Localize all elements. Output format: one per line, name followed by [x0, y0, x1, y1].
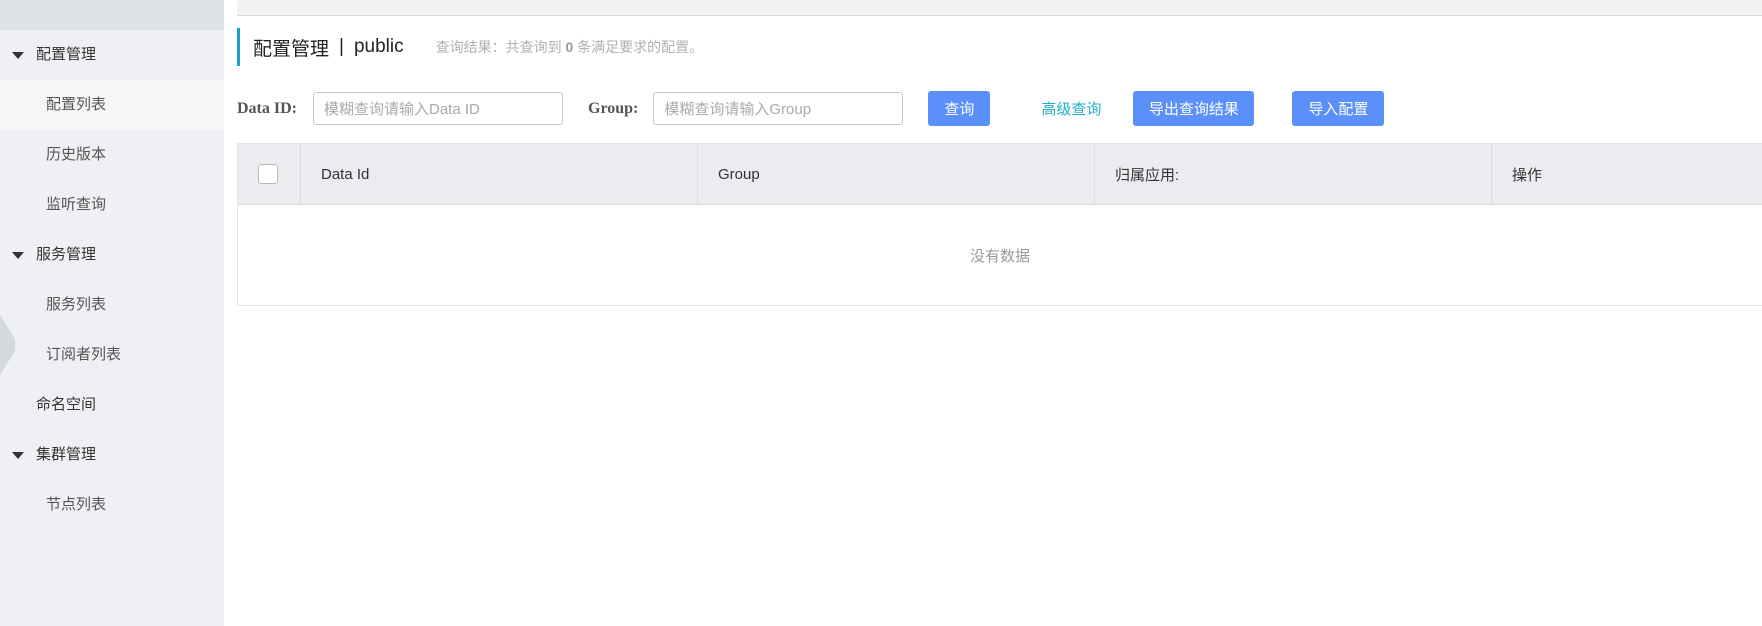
- page-header: 配置管理 | public 查询结果：共查询到 0 条满足要求的配置。: [237, 28, 703, 66]
- import-config-button[interactable]: 导入配置: [1292, 91, 1385, 126]
- column-data-id: Data Id: [301, 144, 698, 204]
- namespace-name: public: [353, 36, 404, 57]
- caret-down-icon: [12, 52, 24, 59]
- result-prefix: 查询结果：共查询到: [435, 39, 562, 55]
- advanced-query-link[interactable]: 高级查询: [1041, 98, 1101, 119]
- caret-down-icon: [12, 252, 24, 259]
- search-button[interactable]: 查询: [928, 91, 991, 126]
- caret-down-icon: [12, 452, 24, 459]
- nav-item-config-list[interactable]: 配置列表: [0, 80, 224, 130]
- sidebar: 配置管理 配置列表 历史版本 监听查询 服务管理 服务列表 订阅者列表 命名空间…: [0, 0, 224, 626]
- top-strip: [237, 0, 1762, 16]
- result-suffix: 条满足要求的配置。: [577, 39, 704, 55]
- table-header: Data Id Group 归属应用: 操作: [238, 144, 1762, 205]
- nav-item-subscriber-list[interactable]: 订阅者列表: [0, 330, 224, 380]
- select-all-checkbox[interactable]: [258, 164, 278, 184]
- title-separator: |: [339, 36, 344, 57]
- nav-item-namespace[interactable]: 命名空间: [0, 380, 224, 430]
- page-title: 配置管理: [253, 38, 330, 60]
- nav-group-label: 服务管理: [36, 246, 97, 263]
- nav-item-service-list[interactable]: 服务列表: [0, 280, 224, 330]
- config-table: Data Id Group 归属应用: 操作 没有数据: [237, 143, 1762, 306]
- nav-group-service-management[interactable]: 服务管理: [0, 230, 224, 280]
- select-all-cell: [238, 144, 301, 204]
- export-results-button[interactable]: 导出查询结果: [1133, 91, 1255, 126]
- nav-group-label: 集群管理: [36, 446, 97, 463]
- nav-group-cluster-management[interactable]: 集群管理: [0, 430, 224, 480]
- query-bar: Data ID: 模糊查询请输入Data ID Group: 模糊查询请输入Gr…: [237, 91, 1385, 126]
- column-actions: 操作: [1512, 166, 1543, 184]
- nav-item-node-list[interactable]: 节点列表: [0, 480, 224, 530]
- data-id-input[interactable]: 模糊查询请输入Data ID: [313, 92, 563, 125]
- query-result-text: 查询结果：共查询到 0 条满足要求的配置。: [436, 37, 704, 57]
- nav-group-label: 配置管理: [36, 46, 97, 63]
- empty-state: 没有数据: [969, 247, 1030, 265]
- sidebar-topbar: [0, 0, 224, 30]
- nav-item-history[interactable]: 历史版本: [0, 130, 224, 180]
- nav-item-listener-query[interactable]: 监听查询: [0, 180, 224, 230]
- nav-group-config-management[interactable]: 配置管理: [0, 30, 224, 80]
- result-count: 0: [565, 39, 574, 55]
- data-id-label: Data ID:: [237, 99, 297, 117]
- group-label: Group:: [588, 99, 639, 117]
- column-app: 归属应用:: [1095, 144, 1492, 204]
- column-group: Group: [698, 144, 1095, 204]
- group-input[interactable]: 模糊查询请输入Group: [653, 92, 904, 125]
